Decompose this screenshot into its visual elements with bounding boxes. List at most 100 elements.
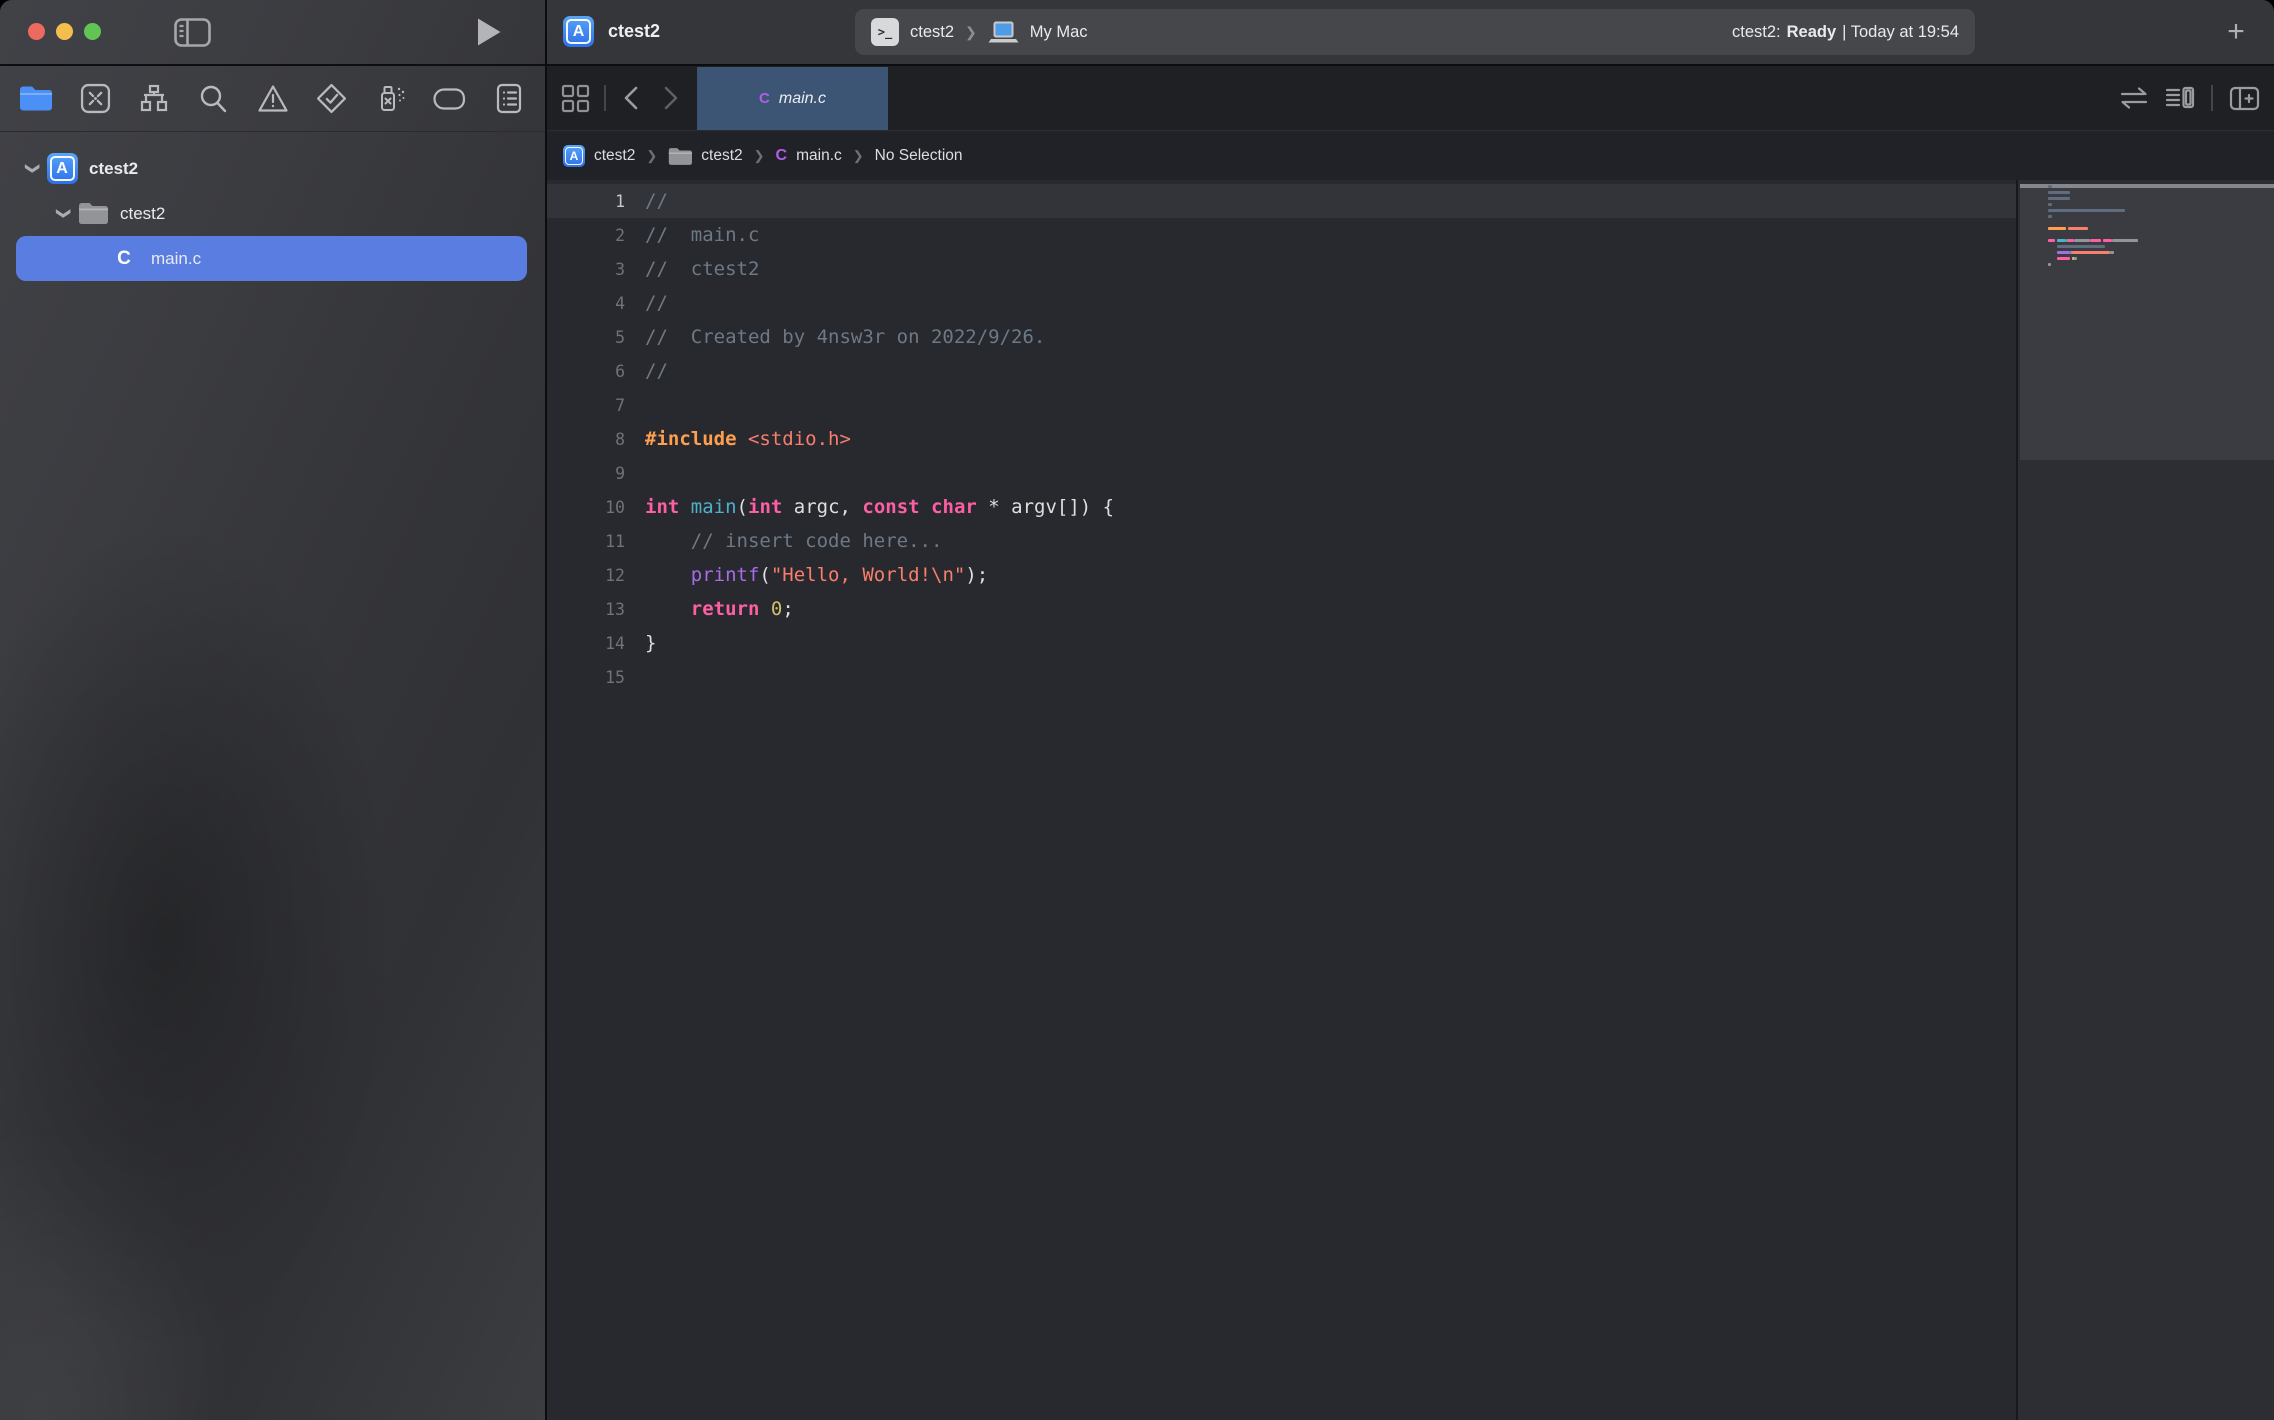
- toolbar-separator: [2211, 85, 2213, 111]
- navigator-tab-strip: [0, 64, 545, 132]
- code-line-14[interactable]: 14}: [547, 626, 2016, 660]
- toggle-sidebar-button[interactable]: [172, 17, 212, 47]
- line-number[interactable]: 10: [547, 498, 625, 517]
- code-text: #include <stdio.h>: [645, 428, 851, 450]
- run-button[interactable]: [472, 16, 506, 48]
- editor-options-icon[interactable]: [2165, 84, 2195, 112]
- scheme-destination[interactable]: My Mac: [1030, 23, 1088, 42]
- xcode-project-icon: A: [563, 145, 585, 167]
- add-editor-icon[interactable]: [2229, 85, 2260, 112]
- scheme-selector[interactable]: >_ ctest2 ❯ My Mac ctest2: Ready | Today…: [855, 9, 1975, 55]
- zoom-button[interactable]: [84, 23, 101, 40]
- minimap-code-mark: [2074, 257, 2077, 260]
- tab-symbol-navigator[interactable]: [132, 77, 176, 121]
- tree-item-ctest2[interactable]: ❯ctest2: [16, 191, 527, 236]
- tab-issue-navigator[interactable]: [251, 77, 295, 121]
- minimap-code-mark: [2048, 227, 2066, 230]
- tab-main-c[interactable]: C main.c: [697, 67, 888, 130]
- tab-report-navigator[interactable]: [487, 77, 531, 121]
- minimap-code-mark: [2068, 239, 2075, 242]
- code-text: //: [645, 292, 668, 314]
- line-number[interactable]: 15: [547, 668, 625, 687]
- line-number[interactable]: 5: [547, 328, 625, 347]
- breakpoint-tag-icon: [433, 86, 466, 112]
- code-line-1[interactable]: 1//: [547, 184, 2016, 218]
- line-number[interactable]: 9: [547, 464, 625, 483]
- window-controls: [28, 23, 101, 40]
- line-number[interactable]: 12: [547, 566, 625, 585]
- scheme-target[interactable]: ctest2: [910, 23, 954, 42]
- code-line-10[interactable]: 10int main(int argc, const char * argv[]…: [547, 490, 2016, 524]
- folder-icon: [19, 85, 53, 112]
- report-document-icon: [495, 83, 523, 114]
- line-number[interactable]: 2: [547, 226, 625, 245]
- code-line-11[interactable]: 11 // insert code here...: [547, 524, 2016, 558]
- code-line-7[interactable]: 7: [547, 388, 2016, 422]
- project-navigator-tree: ❯Actest2❯ctest2Cmain.c: [0, 146, 545, 281]
- window-title: ctest2: [608, 21, 660, 42]
- line-number[interactable]: 3: [547, 260, 625, 279]
- tree-item-label: main.c: [151, 249, 201, 269]
- line-number[interactable]: 14: [547, 634, 625, 653]
- minimap[interactable]: [2016, 180, 2274, 1420]
- code-review-icon[interactable]: [2119, 85, 2149, 111]
- jumpbar-item-ctest2[interactable]: ctest2: [668, 147, 742, 166]
- code-line-2[interactable]: 2 // main.c: [547, 218, 2016, 252]
- line-number[interactable]: 11: [547, 532, 625, 551]
- code-line-6[interactable]: 6//: [547, 354, 2016, 388]
- line-number[interactable]: 7: [547, 396, 625, 415]
- disclosure-chevron-icon[interactable]: ❯: [51, 205, 77, 222]
- minimap-code-mark: [2048, 191, 2070, 194]
- line-number[interactable]: 8: [547, 430, 625, 449]
- minimap-code-mark: [2048, 263, 2051, 266]
- code-line-13[interactable]: 13 return 0;: [547, 592, 2016, 626]
- library-add-button[interactable]: +: [2216, 12, 2256, 52]
- forward-button[interactable]: [658, 84, 682, 112]
- tab-find-navigator[interactable]: [191, 77, 235, 121]
- square-cross-icon: [80, 83, 111, 114]
- tree-item-ctest2[interactable]: ❯Actest2: [16, 146, 527, 191]
- play-icon: [476, 17, 502, 47]
- tree-item-main.c[interactable]: Cmain.c: [16, 236, 527, 281]
- code-line-3[interactable]: 3 // ctest2: [547, 252, 2016, 286]
- code-text: // main.c: [645, 224, 759, 246]
- tab-test-navigator[interactable]: [310, 77, 354, 121]
- disclosure-chevron-icon[interactable]: ❯: [20, 160, 46, 177]
- line-number[interactable]: 4: [547, 294, 625, 313]
- minimize-button[interactable]: [56, 23, 73, 40]
- code-line-5[interactable]: 5// Created by 4nsw3r on 2022/9/26.: [547, 320, 2016, 354]
- code-line-8[interactable]: 8 #include <stdio.h>: [547, 422, 2016, 456]
- c-file-icon: C: [117, 248, 131, 270]
- navigator-sidebar: ❯Actest2❯ctest2Cmain.c: [0, 0, 545, 1420]
- activity-status: ctest2: Ready | Today at 19:54: [1732, 23, 1959, 42]
- jumpbar-item-label: ctest2: [701, 147, 742, 165]
- jumpbar-item-no-selection[interactable]: No Selection: [875, 147, 963, 165]
- status-time: | Today at 19:54: [1842, 23, 1959, 42]
- jumpbar-item-label: No Selection: [875, 147, 963, 165]
- source-editor[interactable]: 1// 2 // main.c 3 // ctest2 4 // 5// Created by…: [547, 180, 2016, 1420]
- jumpbar-item-main.c[interactable]: Cmain.c: [776, 147, 842, 165]
- laptop-icon: [988, 21, 1019, 44]
- jump-bar: Actest2❯ctest2❯Cmain.c❯No Selection: [547, 130, 2274, 181]
- code-line-12[interactable]: 12 printf("Hello, World!\n");: [547, 558, 2016, 592]
- code-line-9[interactable]: 9: [547, 456, 2016, 490]
- tab-debug-navigator[interactable]: [369, 77, 413, 121]
- tab-project-navigator[interactable]: [14, 77, 58, 121]
- tab-breakpoint-navigator[interactable]: [428, 77, 472, 121]
- status-state: Ready: [1787, 23, 1837, 42]
- related-items-icon[interactable]: [561, 84, 590, 113]
- jumpbar-item-ctest2[interactable]: Actest2: [563, 145, 635, 167]
- code-text: // ctest2: [645, 258, 759, 280]
- tab-source-control-navigator[interactable]: [73, 77, 117, 121]
- minimap-code-mark: [2074, 239, 2089, 242]
- line-number[interactable]: 13: [547, 600, 625, 619]
- line-number[interactable]: 6: [547, 362, 625, 381]
- code-line-4[interactable]: 4 //: [547, 286, 2016, 320]
- code-line-15[interactable]: 15: [547, 660, 2016, 694]
- c-file-icon: C: [776, 147, 788, 165]
- workspace-main: A ctest2 >_ ctest2 ❯ My Mac: [545, 0, 2274, 1420]
- xcode-window: ❯Actest2❯ctest2Cmain.c A ctest2 >_ ctest…: [0, 0, 2274, 1420]
- close-button[interactable]: [28, 23, 45, 40]
- line-number[interactable]: 1: [547, 192, 625, 211]
- back-button[interactable]: [620, 84, 644, 112]
